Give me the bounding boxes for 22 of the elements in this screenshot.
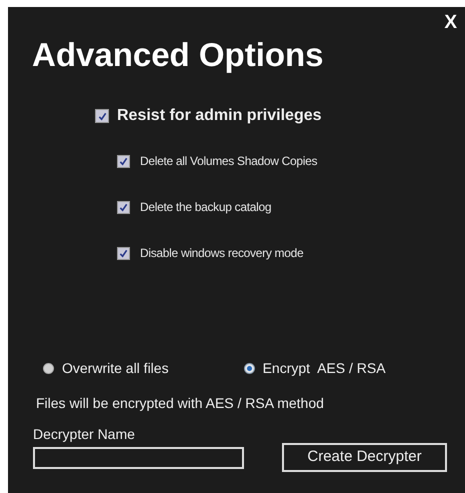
dialog-title: Advanced Options xyxy=(32,38,325,71)
check-icon xyxy=(119,202,128,212)
info-text: Files will be encrypted with AES / RSA method xyxy=(36,394,325,413)
field-label: Decrypter Name xyxy=(33,425,136,444)
close-button[interactable]: X xyxy=(444,13,457,32)
checkbox[interactable] xyxy=(117,246,130,260)
radio-button[interactable] xyxy=(43,363,54,374)
create-decrypter-button[interactable]: Create Decrypter xyxy=(282,443,447,472)
input-field[interactable] xyxy=(33,447,244,469)
check-icon xyxy=(119,248,128,258)
checkbox-label: Delete the backup catalog xyxy=(140,199,272,216)
radio-button[interactable] xyxy=(244,363,255,374)
checkbox-label: Resist for admin privileges xyxy=(117,106,322,126)
check-icon xyxy=(119,156,128,166)
checkbox-label: Delete all Volumes Shadow Copies xyxy=(140,153,318,170)
checkbox[interactable] xyxy=(95,109,109,123)
radio-label: Overwrite all files xyxy=(62,359,169,378)
checkbox[interactable] xyxy=(117,154,130,168)
check-icon xyxy=(98,112,106,120)
checkbox-label: Disable windows recovery mode xyxy=(140,245,304,262)
checkbox[interactable] xyxy=(117,200,130,214)
radio-label: Encrypt AES / RSA xyxy=(262,359,386,378)
